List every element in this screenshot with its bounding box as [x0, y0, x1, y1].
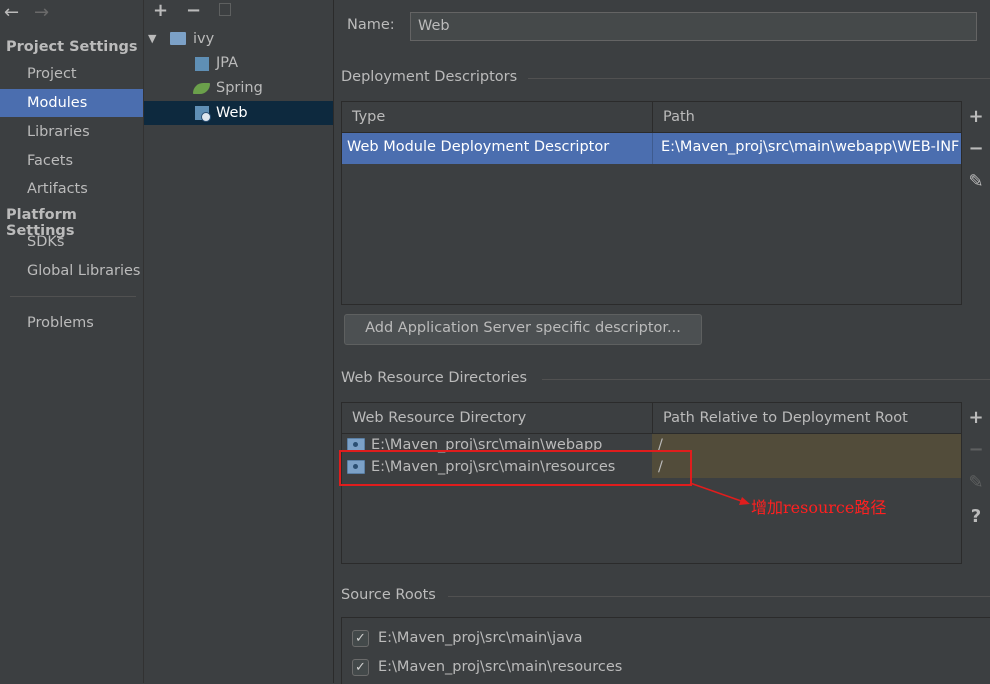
annotation-arrow [689, 482, 750, 505]
descriptor-path-cell: E:\Maven_proj\src\main\webapp\WEB-INF [661, 139, 960, 155]
tree-node-jpa[interactable]: JPA [144, 51, 333, 75]
edit-descriptor-icon[interactable]: ✎ [962, 171, 990, 192]
back-arrow-icon[interactable]: ← [4, 2, 19, 23]
spring-leaf-icon [193, 83, 210, 94]
help-icon[interactable]: ? [962, 506, 990, 527]
nav-item-facets[interactable]: Facets [0, 147, 143, 175]
tree-node-label: JPA [216, 55, 239, 71]
copy-module-icon[interactable] [219, 3, 231, 16]
table-header: Web Resource Directory Path Relative to … [342, 403, 961, 434]
web-resource-tools: + − ✎ ? [961, 402, 990, 562]
source-roots-list: ✓ E:\Maven_proj\src\main\java ✓ E:\Maven_p… [341, 617, 990, 684]
web-resource-directories-title: Web Resource Directories [341, 370, 528, 386]
nav-item-sdks[interactable]: SDKs [0, 228, 143, 256]
annotation-highlight-box [339, 450, 692, 486]
remove-module-icon[interactable]: − [186, 0, 201, 21]
nav-item-libraries[interactable]: Libraries [0, 118, 143, 146]
nav-item-project[interactable]: Project [0, 60, 143, 88]
remove-descriptor-icon[interactable]: − [962, 138, 990, 159]
tree-node-spring[interactable]: Spring [144, 76, 333, 100]
checkbox[interactable]: ✓ [352, 658, 369, 676]
nav-divider [10, 296, 136, 297]
nav-item-modules[interactable]: Modules [0, 89, 143, 117]
section-divider [528, 78, 990, 79]
add-module-icon[interactable]: + [153, 0, 168, 21]
column-header-type[interactable]: Type [342, 102, 652, 132]
add-resource-icon[interactable]: + [962, 407, 990, 428]
column-header-path-relative[interactable]: Path Relative to Deployment Root [653, 403, 961, 433]
deployment-tools: + − ✎ [961, 101, 990, 303]
nav-item-problems[interactable]: Problems [0, 309, 143, 337]
descriptor-type-cell: Web Module Deployment Descriptor [347, 139, 610, 155]
tree-node-ivy[interactable]: ▼ ivy [144, 27, 333, 51]
expand-arrow-icon[interactable]: ▼ [148, 27, 156, 51]
module-folder-icon [170, 32, 186, 45]
tree-node-label: Spring [216, 80, 263, 96]
column-header-path[interactable]: Path [653, 102, 961, 132]
settings-nav: ← → Project Settings Project Modules Lib… [0, 0, 144, 683]
checkbox[interactable]: ✓ [352, 629, 369, 647]
nav-item-artifacts[interactable]: Artifacts [0, 175, 143, 203]
tree-node-label: ivy [193, 31, 215, 47]
table-row[interactable]: Web Module Deployment Descriptor E:\Mave… [342, 133, 961, 164]
name-label: Name: [347, 17, 395, 33]
add-descriptor-icon[interactable]: + [962, 106, 990, 127]
jpa-icon [195, 57, 209, 71]
project-settings-heading: Project Settings [6, 39, 138, 55]
source-roots-title: Source Roots [341, 587, 436, 603]
list-item[interactable]: ✓ E:\Maven_proj\src\main\java [352, 627, 582, 649]
section-divider [542, 379, 990, 380]
deployment-descriptors-table: Type Path Web Module Deployment Descript… [341, 101, 962, 305]
forward-arrow-icon[interactable]: → [34, 2, 49, 23]
deployment-descriptors-title: Deployment Descriptors [341, 69, 518, 85]
web-icon [195, 106, 211, 122]
list-item[interactable]: ✓ E:\Maven_proj\src\main\resources [352, 656, 622, 678]
add-app-server-descriptor-button[interactable]: Add Application Server specific descript… [344, 314, 702, 345]
table-header: Type Path [342, 102, 961, 133]
column-header-web-resource-directory[interactable]: Web Resource Directory [342, 403, 652, 433]
tree-node-label: Web [216, 105, 248, 121]
tree-node-web[interactable]: Web [144, 101, 333, 125]
edit-resource-icon[interactable]: ✎ [962, 472, 990, 493]
annotation-text: 增加resource路径 [751, 498, 887, 517]
module-tree: + − ▼ ivy JPA Spring Web [144, 0, 334, 683]
module-web-settings: Name: Web Deployment Descriptors Type Pa… [334, 0, 990, 684]
nav-item-global-libraries[interactable]: Global Libraries [0, 257, 143, 285]
remove-resource-icon[interactable]: − [962, 439, 990, 460]
name-field[interactable]: Web [410, 12, 977, 41]
section-divider [448, 596, 990, 597]
